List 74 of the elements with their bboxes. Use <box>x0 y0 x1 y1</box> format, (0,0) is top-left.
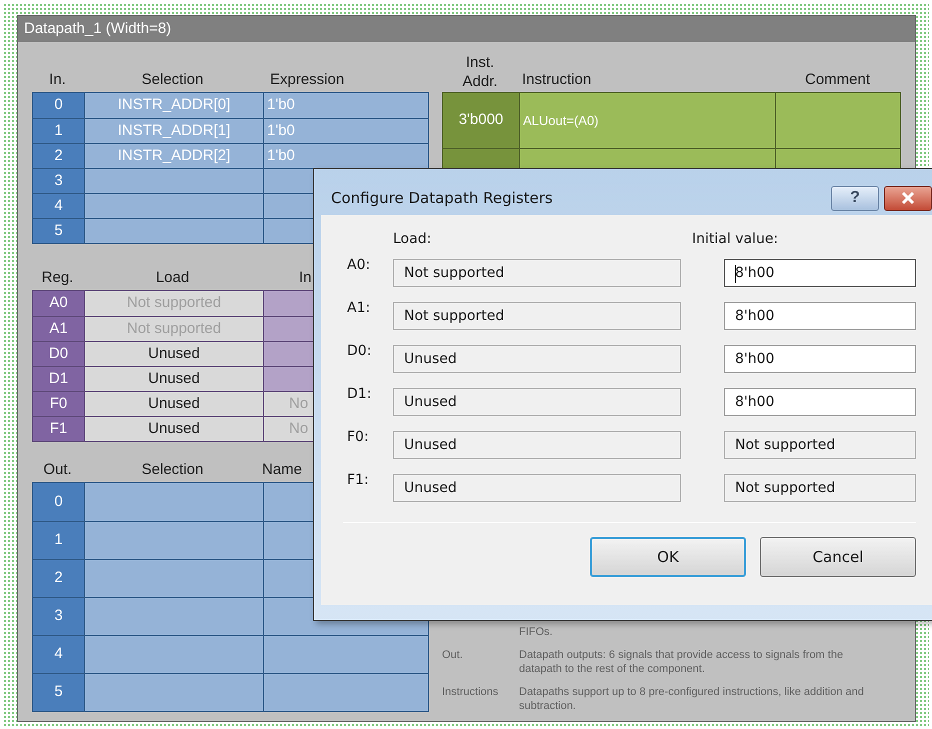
initial-value-field: Not supported <box>724 474 916 502</box>
table-cell: Unused <box>84 392 263 416</box>
column-header: Selection <box>142 70 204 88</box>
column-header: Initial value: <box>692 230 778 249</box>
description-label: Instructions <box>442 686 498 698</box>
initial-value-field: Not supported <box>724 431 916 459</box>
column-header: Selection <box>142 460 204 478</box>
initial-value-field[interactable]: 8'h00 <box>724 302 916 330</box>
column-header: Instruction <box>522 70 592 88</box>
table-cell: 4 <box>33 636 84 673</box>
field-label: A1: <box>347 299 372 318</box>
table-cell: 2 <box>33 144 84 168</box>
table-cell: F0 <box>33 392 84 416</box>
table-cell: 1 <box>33 119 84 143</box>
table-cell: 5 <box>33 219 84 243</box>
table-cell: INSTR_ADDR[0] <box>84 93 263 118</box>
table-cell: INSTR_ADDR[2] <box>84 144 263 168</box>
close-icon <box>900 192 916 204</box>
table-cell: Not supported <box>84 317 263 341</box>
table-cell: 1'b0 <box>263 144 428 168</box>
close-button[interactable] <box>884 186 932 210</box>
dialog-button[interactable]: Cancel <box>760 537 916 577</box>
load-field: Not supported <box>393 259 681 287</box>
table-cell: 1 <box>33 522 84 559</box>
column-header: Load: <box>393 231 432 247</box>
table-cell: 1'b0 <box>263 93 428 118</box>
table-cell: F1 <box>33 417 84 441</box>
table-cell: 3'b000 <box>443 93 519 148</box>
column-header: Inst. Addr. <box>461 53 499 91</box>
table-cell: Unused <box>84 367 263 391</box>
load-field: Unused <box>393 345 681 373</box>
field-label: D0: <box>347 342 372 361</box>
component-title: Datapath_1 (Width=8) <box>18 16 915 42</box>
initial-value-field[interactable]: 8'h00 <box>724 259 916 287</box>
table-cell: D0 <box>33 342 84 366</box>
field-label: F1: <box>347 471 370 490</box>
table-cell: Unused <box>84 342 263 366</box>
table-cell: ALUout=(A0) <box>519 93 775 148</box>
initial-value-field[interactable]: 8'h00 <box>724 345 916 373</box>
load-field: Unused <box>393 388 681 416</box>
column-header: Name <box>262 460 302 478</box>
description-text: FIFOs. <box>519 625 554 639</box>
table-cell: INSTR_ADDR[1] <box>84 119 263 143</box>
description-text: Datapath outputs: 6 signals that provide access to signals from the datapath to the rest of the component. <box>519 648 844 676</box>
table-cell: 5 <box>33 674 84 711</box>
table-cell: 0 <box>33 483 84 521</box>
dialog-title: Configure Datapath Registers <box>331 188 553 209</box>
table-cell: 2 <box>33 560 84 597</box>
field-label: A0: <box>347 256 372 275</box>
table-cell: A1 <box>33 317 84 341</box>
load-field: Not supported <box>393 302 681 330</box>
table-cell: 0 <box>33 93 84 118</box>
description-text: Datapaths support up to 8 pre-configured instructions, like addition and subtraction. <box>519 685 865 713</box>
help-button[interactable]: ? <box>831 186 879 210</box>
description-label: Out. <box>442 649 463 661</box>
column-header: Load <box>156 268 190 286</box>
column-header: Expression <box>270 70 344 88</box>
dialog-button[interactable]: OK <box>590 537 746 577</box>
table-cell: 3 <box>33 598 84 635</box>
load-field: Unused <box>393 474 681 502</box>
column-header: Comment <box>804 70 870 88</box>
table-cell: D1 <box>33 367 84 391</box>
column-header: In. <box>49 70 66 88</box>
column-header: In <box>299 268 312 286</box>
table-cell: 3 <box>33 169 84 193</box>
column-header: Out. <box>43 460 72 478</box>
column-header: Reg. <box>42 268 74 286</box>
table-cell: Not supported <box>84 291 263 316</box>
table-cell: Unused <box>84 417 263 441</box>
load-field: Unused <box>393 431 681 459</box>
table-cell: A0 <box>33 291 84 316</box>
initial-value-field[interactable]: 8'h00 <box>724 388 916 416</box>
table-cell: 1'b0 <box>263 119 428 143</box>
table-cell: 4 <box>33 194 84 218</box>
